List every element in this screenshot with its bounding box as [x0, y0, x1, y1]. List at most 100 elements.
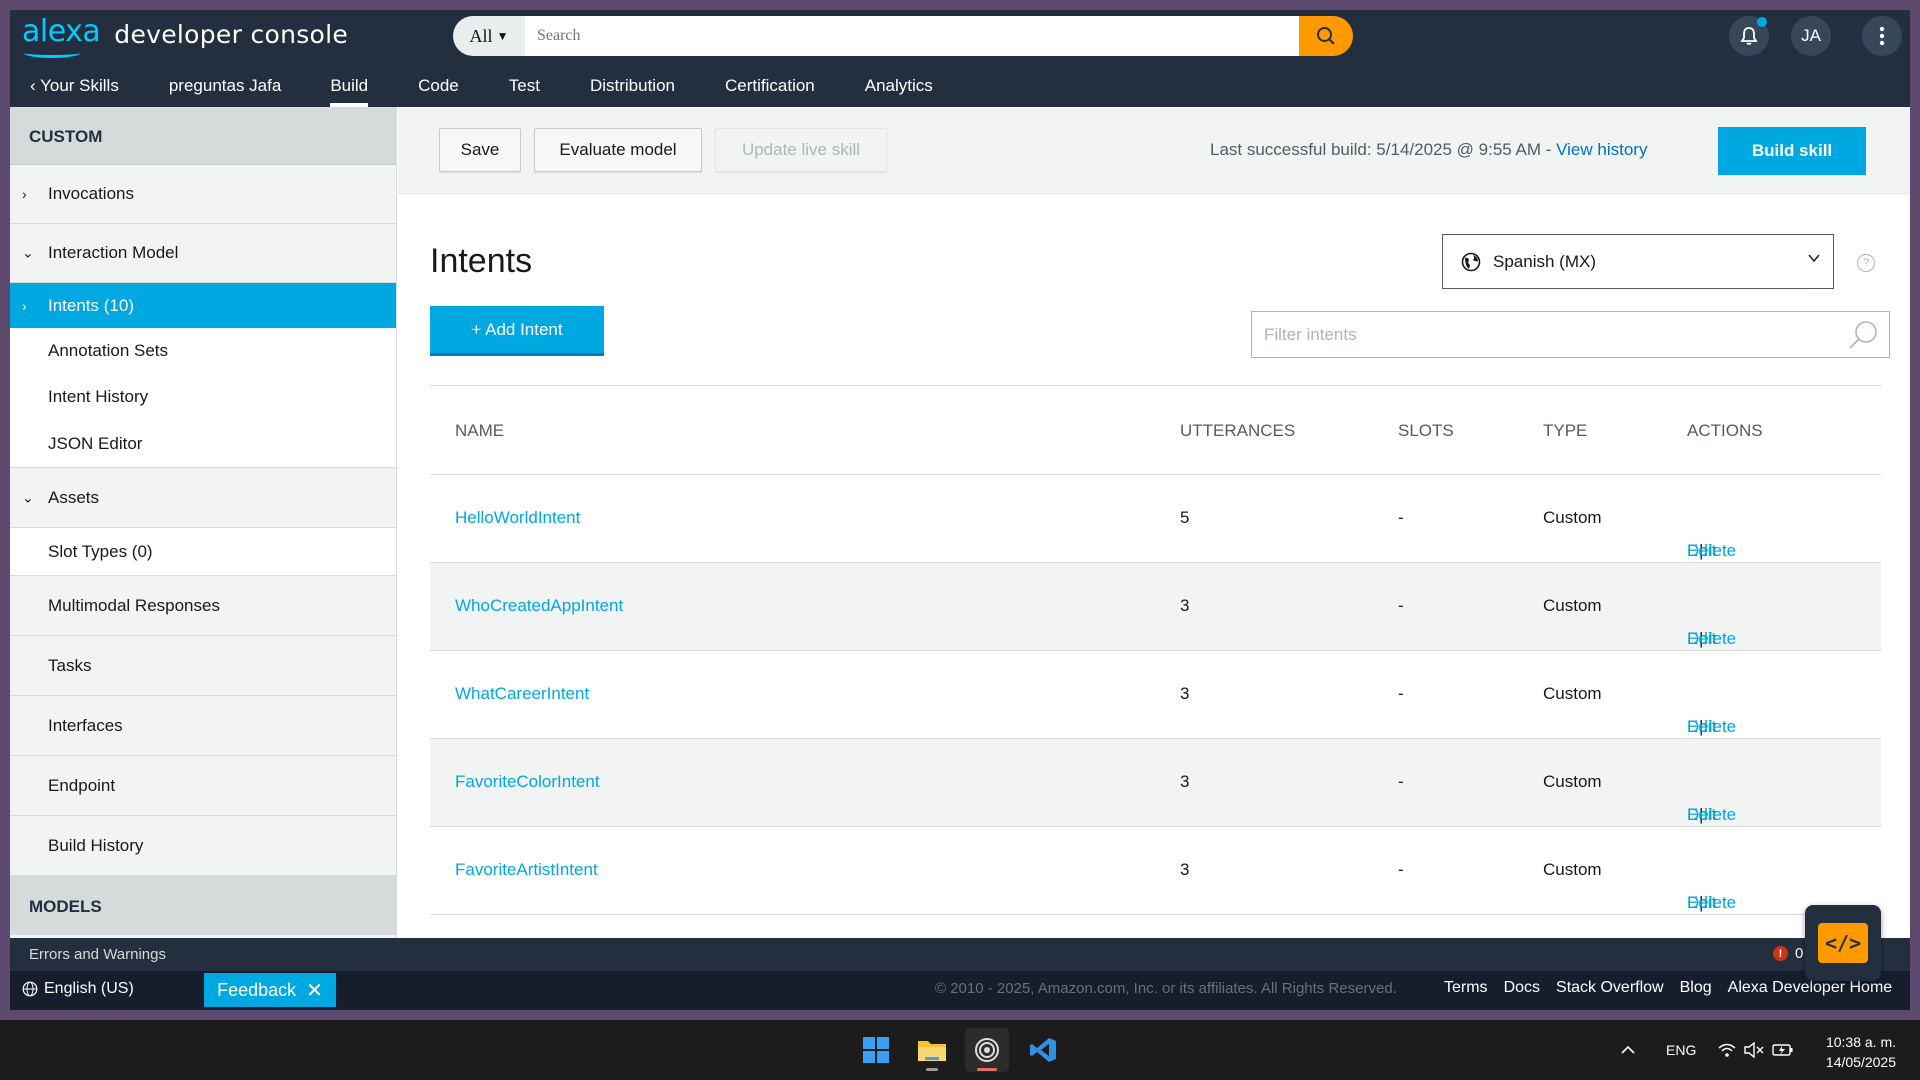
- sidebar-item-assets[interactable]: ⌄ Assets: [10, 468, 396, 528]
- table-row: HelloWorldIntent 5 - Custom Edit | Delete: [430, 475, 1881, 563]
- delete-link[interactable]: Delete: [1687, 541, 1736, 561]
- tab-certification[interactable]: Certification: [725, 62, 815, 107]
- sidebar-item-label: Assets: [48, 487, 100, 507]
- intent-name-link[interactable]: WhoCreatedAppIntent: [455, 596, 623, 616]
- filter-intents-input[interactable]: [1252, 324, 1847, 345]
- locale-dropdown[interactable]: Spanish (MX): [1442, 234, 1834, 289]
- footer-link-docs[interactable]: Docs: [1504, 979, 1540, 997]
- start-button[interactable]: [854, 1028, 898, 1072]
- view-history-link[interactable]: View history: [1556, 140, 1647, 159]
- sidebar-item-interfaces[interactable]: Interfaces: [10, 696, 396, 756]
- tab-build[interactable]: Build: [330, 62, 368, 107]
- footer-link-alexa-developer-home[interactable]: Alexa Developer Home: [1728, 979, 1893, 997]
- user-avatar[interactable]: JA: [1791, 16, 1831, 56]
- search-scope-dropdown[interactable]: All ▼: [453, 16, 525, 56]
- footer-link-stack-overflow[interactable]: Stack Overflow: [1556, 979, 1664, 997]
- sidebar-item-intent-history[interactable]: Intent History: [10, 374, 396, 420]
- footer-link-terms[interactable]: Terms: [1444, 979, 1488, 997]
- system-clock[interactable]: 10:38 a. m. 14/05/2025: [1810, 1032, 1896, 1072]
- sidebar-item-intents[interactable]: › Intents (10): [10, 283, 396, 328]
- globe-icon: [1461, 252, 1481, 271]
- input-language[interactable]: ENG: [1666, 1020, 1696, 1080]
- utterance-count: 3: [1180, 684, 1190, 703]
- build-skill-button[interactable]: Build skill: [1718, 127, 1866, 175]
- delete-link[interactable]: Delete: [1687, 893, 1736, 913]
- error-count[interactable]: ! 0: [1773, 945, 1803, 962]
- feedback-label: Feedback: [217, 979, 297, 1000]
- sidebar-item-json-editor[interactable]: JSON Editor: [10, 420, 396, 468]
- sidebar-item-invocations[interactable]: › Invocations: [10, 165, 396, 224]
- delete-link[interactable]: Delete: [1687, 629, 1736, 649]
- save-button[interactable]: Save: [439, 128, 521, 172]
- intent-name-link[interactable]: HelloWorldIntent: [455, 508, 580, 528]
- column-header-name[interactable]: NAME: [455, 421, 504, 441]
- close-icon[interactable]: ✕: [306, 978, 323, 1003]
- tab-analytics[interactable]: Analytics: [865, 62, 933, 107]
- back-to-skills-link[interactable]: ‹ Your Skills: [30, 62, 119, 107]
- errors-warnings-bar[interactable]: Errors and Warnings ! 0: [10, 938, 1910, 971]
- tab-code[interactable]: Code: [418, 62, 459, 107]
- intent-type: Custom: [1543, 772, 1602, 791]
- build-toolbar: Save Evaluate model Update live skill La…: [398, 107, 1910, 194]
- battery-charging-icon: [1772, 1044, 1793, 1056]
- column-header-actions: ACTIONS: [1687, 421, 1763, 440]
- intent-name-link[interactable]: FavoriteArtistIntent: [455, 860, 598, 880]
- tab-test[interactable]: Test: [509, 62, 540, 107]
- chevron-left-icon: ‹: [30, 76, 36, 95]
- column-header-type[interactable]: TYPE: [1543, 421, 1587, 441]
- intents-page: Intents + Add Intent Spanish (MX) ? NAME…: [398, 194, 1910, 938]
- sidebar-item-tasks[interactable]: Tasks: [10, 636, 396, 696]
- search-button[interactable]: [1299, 16, 1353, 56]
- code-brackets-icon: </>: [1818, 923, 1868, 963]
- page-title: Intents: [430, 242, 533, 280]
- search-input[interactable]: [525, 16, 1299, 56]
- taskbar-browser[interactable]: [965, 1028, 1009, 1072]
- vscode-icon: [1030, 1038, 1056, 1062]
- sidebar-item-multimodal-responses[interactable]: Multimodal Responses: [10, 576, 396, 636]
- utterance-count: 3: [1180, 596, 1190, 615]
- delete-link[interactable]: Delete: [1687, 717, 1736, 737]
- taskbar-vscode[interactable]: [1021, 1028, 1065, 1072]
- windows-logo-icon: [863, 1037, 889, 1063]
- table-row: WhoCreatedAppIntent 3 - Custom Edit | Dele…: [430, 563, 1881, 651]
- logo-alexa-text: alexa: [22, 14, 101, 49]
- sidebar-item-endpoint[interactable]: Endpoint: [10, 756, 396, 816]
- search-icon: [1317, 27, 1335, 45]
- column-header-slots[interactable]: SLOTS: [1398, 421, 1454, 441]
- wifi-icon: [1718, 1043, 1736, 1057]
- delete-link[interactable]: Delete: [1687, 805, 1736, 825]
- sidebar-item-label: Intents (10): [48, 295, 134, 315]
- taskbar-file-explorer[interactable]: [910, 1028, 954, 1072]
- notifications-button[interactable]: [1729, 16, 1769, 56]
- skill-name[interactable]: preguntas Jafa: [169, 62, 281, 107]
- more-menu-button[interactable]: [1862, 16, 1902, 56]
- tray-status-icons[interactable]: [1718, 1020, 1794, 1080]
- search-icon: [1849, 320, 1877, 349]
- intent-name-link[interactable]: FavoriteColorIntent: [455, 772, 600, 792]
- evaluate-model-button[interactable]: Evaluate model: [534, 128, 702, 172]
- developer-tools-widget[interactable]: </>: [1805, 905, 1881, 981]
- sidebar-item-annotation-sets[interactable]: Annotation Sets: [10, 328, 396, 374]
- os-taskbar: ENG 10:38 a. m. 14/05/2025: [0, 1020, 1920, 1080]
- sidebar-item-interaction-model[interactable]: ⌄ Interaction Model: [10, 224, 396, 283]
- column-header-utterances[interactable]: UTTERANCES: [1180, 421, 1295, 441]
- sidebar-item-slot-types[interactable]: Slot Types (0): [10, 528, 396, 576]
- slot-count: -: [1398, 860, 1404, 879]
- help-icon[interactable]: ?: [1857, 254, 1875, 272]
- tab-distribution[interactable]: Distribution: [590, 62, 675, 107]
- sidebar-item-build-history[interactable]: Build History: [10, 816, 396, 876]
- sidebar-item-label: Invocations: [48, 184, 134, 203]
- table-row: WhatCareerIntent 3 - Custom Edit | Delete: [430, 651, 1881, 739]
- filter-intents-field: [1251, 311, 1890, 358]
- alexa-logo[interactable]: alexa developer console: [22, 14, 348, 58]
- feedback-button[interactable]: Feedback ✕: [204, 973, 336, 1007]
- intent-name-link[interactable]: WhatCareerIntent: [455, 684, 589, 704]
- search-scope-label: All: [469, 25, 493, 46]
- errors-warnings-label: Errors and Warnings: [29, 946, 166, 963]
- language-selector[interactable]: English (US): [22, 980, 134, 998]
- tray-overflow-button[interactable]: [1620, 1020, 1636, 1080]
- update-live-skill-button[interactable]: Update live skill: [715, 128, 887, 172]
- sidebar-item-label: Interaction Model: [48, 243, 179, 262]
- footer-link-blog[interactable]: Blog: [1680, 979, 1712, 997]
- add-intent-button[interactable]: + Add Intent: [430, 306, 604, 356]
